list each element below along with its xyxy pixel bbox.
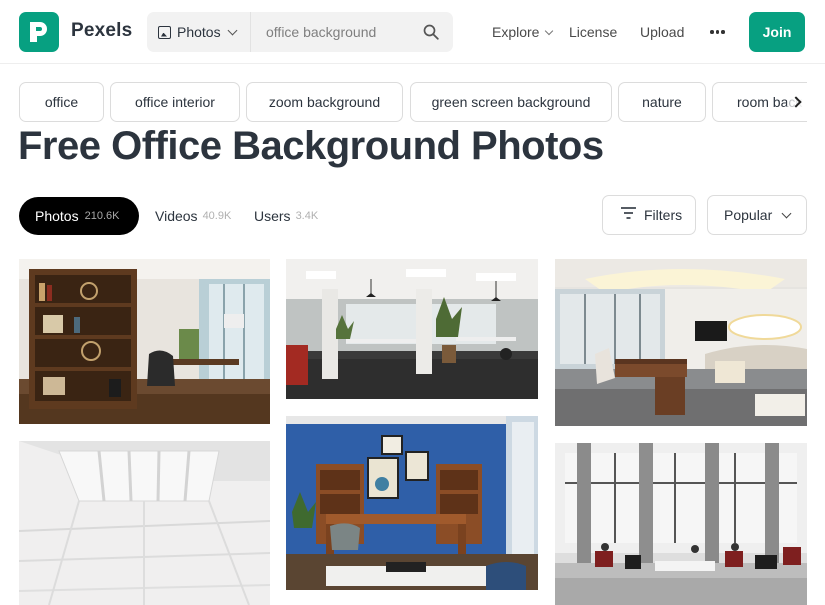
join-button[interactable]: Join: [749, 12, 805, 52]
chevron-down-icon: [227, 25, 238, 35]
photo-card[interactable]: [286, 416, 538, 590]
photo-card[interactable]: [555, 443, 807, 605]
more-icon[interactable]: [710, 30, 725, 34]
top-navbar: Pexels Photos Explore License Upload Joi…: [0, 0, 825, 64]
tab-videos-count: 40.9K: [202, 210, 232, 222]
tab-photos-label: Photos: [35, 208, 79, 224]
filter-icon: [621, 206, 636, 224]
tab-photos[interactable]: Photos 210.6K: [19, 197, 139, 235]
search-type-dropdown[interactable]: Photos: [147, 12, 251, 52]
photo-card[interactable]: [555, 259, 807, 426]
filters-button[interactable]: Filters: [602, 195, 696, 235]
search-bar: Photos: [147, 12, 453, 52]
related-tags: office office interior zoom background g…: [19, 82, 807, 122]
tab-photos-count: 210.6K: [84, 210, 120, 222]
search-type-label: Photos: [177, 24, 221, 40]
tab-videos[interactable]: Videos 40.9K: [155, 197, 231, 235]
photo-card[interactable]: [286, 259, 538, 399]
nav-explore-label: Explore: [492, 24, 540, 40]
tab-videos-label: Videos: [155, 208, 198, 224]
chevron-right-icon[interactable]: [787, 95, 805, 109]
tab-users-label: Users: [254, 208, 291, 224]
filters-label: Filters: [644, 207, 683, 223]
tab-users-count: 3.4K: [295, 210, 319, 222]
tag-chip[interactable]: green screen background: [410, 82, 612, 122]
sort-dropdown[interactable]: Popular: [707, 195, 807, 235]
search-input[interactable]: [266, 22, 416, 42]
tag-chip[interactable]: zoom background: [246, 82, 403, 122]
page-title: Free Office Background Photos: [18, 124, 604, 168]
image-icon: [158, 25, 171, 39]
sort-label: Popular: [724, 207, 773, 223]
tag-chip[interactable]: office: [19, 82, 104, 122]
photo-card[interactable]: [19, 441, 270, 605]
nav-license[interactable]: License: [569, 24, 617, 40]
nav-explore[interactable]: Explore: [492, 24, 554, 40]
chevron-down-icon: [545, 26, 554, 35]
tab-users[interactable]: Users 3.4K: [254, 197, 318, 235]
brand-name[interactable]: Pexels: [71, 20, 132, 42]
tag-chip[interactable]: office interior: [110, 82, 240, 122]
search-icon[interactable]: [423, 24, 439, 45]
chevron-down-icon: [781, 208, 792, 219]
nav-upload[interactable]: Upload: [640, 24, 684, 40]
pexels-logo-icon[interactable]: [19, 12, 59, 52]
photo-card[interactable]: [19, 259, 270, 424]
tag-chip[interactable]: nature: [618, 82, 706, 122]
